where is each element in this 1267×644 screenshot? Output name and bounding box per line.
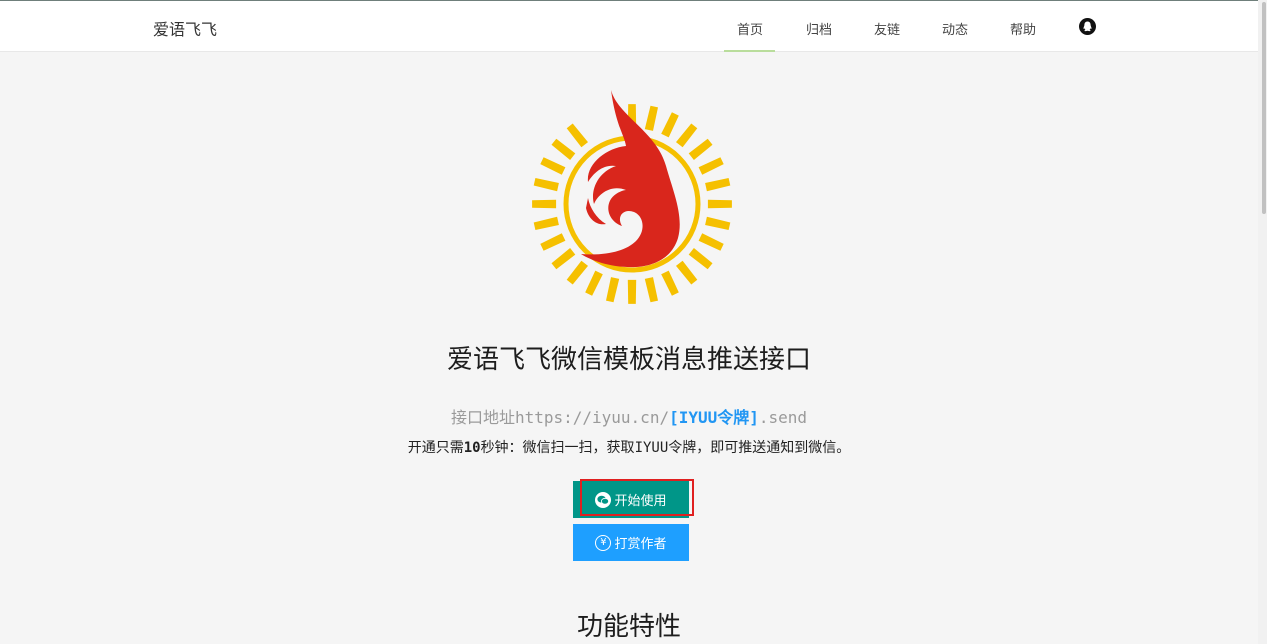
sun-ray (540, 157, 566, 175)
sun-ray (532, 199, 557, 209)
nav-links[interactable]: 友链 (874, 19, 900, 38)
sun-ray (566, 123, 588, 148)
sun-ray (627, 279, 637, 304)
wechat-icon (595, 491, 612, 508)
api-label: 接口地址 (450, 408, 515, 427)
sun-ray (688, 248, 713, 270)
sun-ray (533, 178, 559, 192)
sun-ray (661, 112, 679, 138)
sun-ray (707, 199, 732, 209)
site-brand[interactable]: 爱语飞飞 (153, 16, 217, 40)
features-heading: 功能特性 (576, 612, 681, 642)
sun-ray (644, 105, 658, 131)
api-token: [IYUU令牌] (669, 408, 759, 427)
intro-part-2: 秒钟：微信扫一扫，获取 (480, 440, 635, 456)
start-button-label: 开始使用 (614, 494, 667, 509)
sun-ray (688, 138, 713, 160)
sun-ray (698, 157, 724, 175)
start-button[interactable]: 开始使用 (573, 481, 689, 518)
page-title: 爱语飞飞微信模板消息推送接口 (446, 345, 811, 375)
sun-ray (676, 260, 698, 285)
nav-home[interactable]: 首页 (737, 19, 763, 38)
sun-ray (705, 178, 731, 192)
sun-ray (551, 248, 576, 270)
intro-part-3: 令牌，即可推送通知到微信。 (668, 440, 851, 456)
scrollbar-thumb[interactable] (1262, 2, 1266, 214)
api-address: 接口地址https://iyuu.cn/[IYUU令牌].send (0, 404, 1258, 428)
intro-text: 开通只需10秒钟：微信扫一扫，获取IYUU令牌，即可推送通知到微信。 (0, 437, 1258, 457)
qq-user-icon[interactable] (1079, 18, 1096, 35)
sun-ray (698, 233, 724, 251)
nav-active-indicator (724, 50, 775, 52)
sun-ray (551, 138, 576, 160)
nav-archive[interactable]: 归档 (806, 19, 832, 38)
api-url: https://iyuu.cn/ (514, 408, 670, 427)
sun-ray (585, 270, 603, 296)
sun-flame-logo (532, 90, 732, 304)
sun-ray (533, 216, 559, 230)
sun-ray (661, 270, 679, 296)
nav-news[interactable]: 动态 (942, 19, 968, 38)
top-navbar: 爱语飞飞 首页 归档 友链 动态 帮助 (0, 1, 1258, 52)
reward-button-label: 打赏作者 (614, 537, 667, 552)
sun-ray (566, 260, 588, 285)
api-suffix: .send (758, 408, 808, 427)
nav-help[interactable]: 帮助 (1010, 19, 1036, 38)
sun-ray (705, 216, 731, 230)
sun-ray (676, 123, 698, 148)
yen-circle-icon: ¥ (595, 534, 612, 551)
reward-button[interactable]: ¥ 打赏作者 (573, 524, 689, 561)
intro-iyuu: IYUU (634, 440, 669, 456)
intro-part-1: 开通只需 (407, 440, 464, 456)
sun-ray (644, 277, 658, 303)
sun-ray (606, 277, 620, 303)
intro-seconds: 10 (463, 440, 481, 456)
sun-ray (540, 233, 566, 251)
